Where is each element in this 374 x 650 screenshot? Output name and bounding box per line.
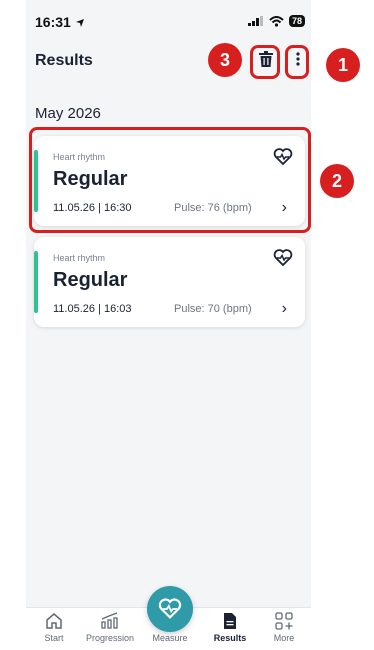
- annotation-badge-3: 3: [208, 43, 242, 77]
- heart-pulse-icon: [273, 249, 293, 267]
- tab-label: Results: [213, 633, 247, 643]
- annotation-box-options: [285, 45, 309, 79]
- tab-results[interactable]: Results: [202, 610, 258, 643]
- home-icon: [46, 613, 62, 629]
- document-icon: [224, 613, 236, 629]
- page-title: Results: [35, 52, 93, 69]
- tab-label: More: [273, 633, 295, 643]
- annotation-badge-2: 2: [320, 164, 354, 198]
- record-category: Heart rhythm: [53, 253, 106, 263]
- trend-icon: [101, 612, 118, 629]
- signal-icon: [247, 16, 263, 26]
- tab-label: Progression: [85, 633, 135, 643]
- bottom-tab-bar: Start Progression Measure Results More: [26, 586, 311, 650]
- battery-indicator: 78: [288, 15, 305, 27]
- tab-label: Start: [44, 633, 64, 643]
- annotation-box-card: [29, 127, 311, 233]
- status-time: 16:31: [35, 14, 85, 30]
- record-result: Regular: [53, 269, 128, 291]
- status-indicator-bar: [34, 251, 38, 313]
- phone-screen: 16:31 78 Results May 2026 Heart rhythm R…: [26, 0, 311, 650]
- annotation-badge-1: 1: [326, 48, 360, 82]
- status-icons: 78: [247, 15, 305, 27]
- record-datetime: 11.05.26 | 16:03: [53, 303, 132, 315]
- location-arrow-icon: [75, 19, 84, 28]
- tab-start[interactable]: Start: [26, 610, 82, 643]
- record-pulse: Pulse: 70 (bpm): [174, 303, 252, 315]
- tab-more[interactable]: More: [256, 610, 311, 643]
- status-bar: 16:31 78: [26, 13, 311, 33]
- grid-plus-icon: [275, 612, 293, 630]
- annotation-box-delete: [250, 45, 280, 79]
- tab-label: Measure: [152, 633, 188, 643]
- wifi-icon: [269, 15, 284, 27]
- measure-button[interactable]: [147, 586, 193, 632]
- tab-progression[interactable]: Progression: [82, 610, 138, 643]
- section-month-header: May 2026: [35, 105, 101, 122]
- result-card[interactable]: Heart rhythm Regular 11.05.26 | 16:03 Pu…: [34, 237, 305, 327]
- chevron-right-icon: ›: [281, 300, 287, 317]
- heart-pulse-icon: [158, 598, 182, 619]
